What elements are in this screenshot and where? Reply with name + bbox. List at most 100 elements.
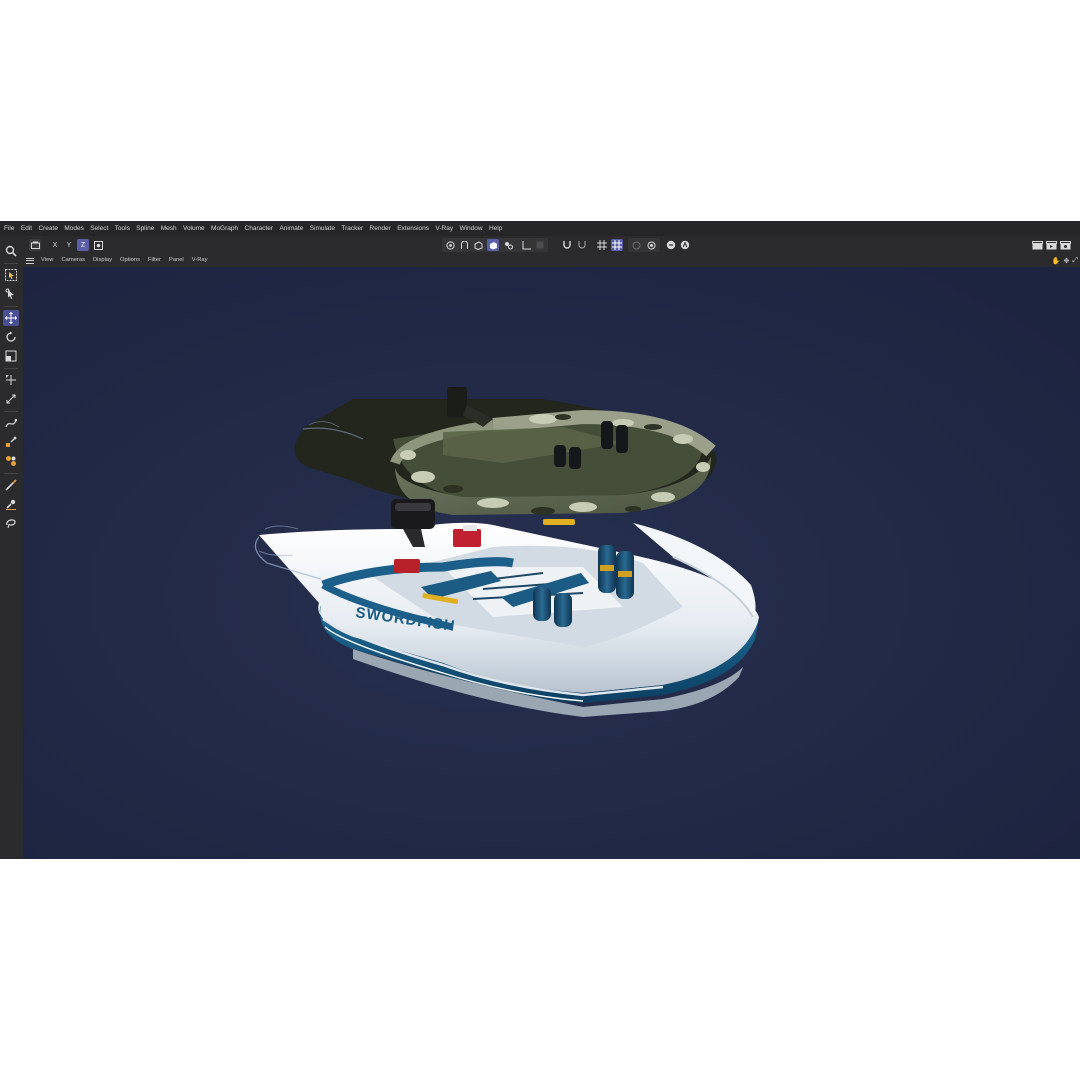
snap-tool-button[interactable] — [3, 391, 19, 407]
menu-file[interactable]: File — [0, 221, 18, 236]
transform-icon — [6, 375, 16, 385]
uv-mode-button[interactable] — [502, 239, 514, 251]
brush-tool-button[interactable] — [3, 496, 19, 512]
clapper-icon — [1031, 240, 1043, 249]
cinema4d-window: File Edit Create Modes Select Tools Spli… — [0, 221, 1080, 859]
main-toolbar: X Y Z — [22, 236, 1080, 255]
menu-vray[interactable]: V-Ray — [432, 221, 456, 236]
target-icon — [647, 241, 655, 249]
object-icon — [30, 241, 40, 249]
toolbar-divider — [4, 306, 18, 307]
ai-assist-button[interactable] — [679, 239, 691, 251]
viewport-menu-panel[interactable]: Panel — [165, 255, 188, 266]
search-icon — [5, 245, 17, 257]
menu-mesh[interactable]: Mesh — [158, 221, 180, 236]
menu-modes[interactable]: Modes — [61, 221, 87, 236]
axis-z-label: Z — [80, 241, 86, 249]
knife-tool-button[interactable] — [3, 477, 19, 493]
transform-tool-button[interactable] — [3, 372, 19, 388]
viewport-menu-vray[interactable]: V-Ray — [188, 255, 212, 266]
target-button[interactable] — [645, 239, 657, 251]
viewport-menu-options[interactable]: Options — [116, 255, 144, 266]
snap-toggle-button[interactable] — [561, 239, 573, 251]
spline-pen-button[interactable] — [3, 415, 19, 431]
menu-extensions[interactable]: Extensions — [394, 221, 432, 236]
scale-icon — [5, 350, 17, 362]
snap-icon — [6, 394, 16, 404]
menu-render[interactable]: Render — [366, 221, 394, 236]
axis-z-button[interactable]: Z — [77, 239, 89, 251]
live-select-icon — [5, 269, 17, 281]
spline-pen-icon — [5, 418, 17, 428]
rotate-tool-button[interactable] — [3, 329, 19, 345]
menu-volume[interactable]: Volume — [180, 221, 208, 236]
render-to-picture-viewer-button[interactable] — [1045, 239, 1057, 251]
menu-help[interactable]: Help — [486, 221, 506, 236]
menu-window[interactable]: Window — [456, 221, 486, 236]
model-mode-button[interactable] — [444, 239, 456, 251]
coordinate-system-button[interactable] — [92, 239, 104, 251]
viewport-menu-view[interactable]: View — [37, 255, 57, 266]
scale-tool-button[interactable] — [3, 348, 19, 364]
brush-icon — [6, 499, 16, 510]
viewport-menu-icon[interactable] — [26, 257, 34, 264]
polygons-mode-button[interactable] — [487, 239, 499, 251]
render-settings-button[interactable] — [1059, 239, 1071, 251]
menu-animate[interactable]: Animate — [276, 221, 306, 236]
viewport-nav-controls: ✋ ✥ ⤢ — [1052, 255, 1078, 266]
clapper-play-icon — [1045, 240, 1057, 249]
select-icon — [5, 288, 14, 299]
search-button[interactable] — [3, 243, 19, 259]
texture-mode-button[interactable] — [458, 239, 470, 251]
lod-icon — [632, 241, 640, 249]
workplane-button[interactable] — [596, 239, 608, 251]
toolbar-divider — [4, 473, 18, 474]
generators-button[interactable] — [3, 453, 19, 469]
toolbar-divider — [4, 411, 18, 412]
menu-bar: File Edit Create Modes Select Tools Spli… — [0, 221, 1080, 236]
axis-x-button[interactable]: X — [49, 239, 61, 251]
toolbar-divider — [4, 263, 18, 264]
paint-tool-button[interactable] — [3, 515, 19, 531]
viewport-menu-filter[interactable]: Filter — [144, 255, 165, 266]
render-active-button[interactable] — [665, 239, 677, 251]
live-selection-button[interactable] — [3, 267, 19, 283]
solo-button[interactable] — [534, 239, 546, 251]
menu-character[interactable]: Character — [241, 221, 276, 236]
spline-tools-button[interactable] — [3, 434, 19, 450]
points-mode-button[interactable] — [472, 239, 484, 251]
axis-y-label: Y — [66, 241, 72, 249]
left-toolbar — [0, 236, 22, 859]
viewport-menu-cameras[interactable]: Cameras — [57, 255, 89, 266]
move-tool-button[interactable] — [3, 310, 19, 326]
workplane-grid-icon — [612, 240, 622, 250]
menu-simulate[interactable]: Simulate — [306, 221, 338, 236]
menu-edit[interactable]: Edit — [18, 221, 36, 236]
menu-create[interactable]: Create — [35, 221, 61, 236]
locked-workplane-button[interactable] — [611, 239, 623, 251]
move-view-icon[interactable]: ✥ — [1064, 257, 1070, 265]
viewport-menu-display[interactable]: Display — [89, 255, 116, 266]
render-view-button[interactable] — [1031, 239, 1043, 251]
menu-select[interactable]: Select — [87, 221, 111, 236]
viewport-menu-bar: View Cameras Display Options Filter Pane… — [22, 255, 1080, 266]
undo-view-button[interactable] — [29, 239, 41, 251]
solo-icon — [536, 241, 544, 249]
lod-button[interactable] — [630, 239, 642, 251]
move-icon — [5, 312, 17, 324]
menu-spline[interactable]: Spline — [133, 221, 157, 236]
menu-tracker[interactable]: Tracker — [338, 221, 366, 236]
uv-icon — [504, 241, 513, 249]
zoom-view-icon[interactable]: ⤢ — [1072, 257, 1078, 265]
pan-hand-icon[interactable]: ✋ — [1052, 257, 1061, 265]
selection-tools-button[interactable] — [3, 286, 19, 302]
menu-tools[interactable]: Tools — [111, 221, 133, 236]
knife-icon — [5, 479, 17, 491]
3d-viewport[interactable]: SWORDFISH — [23, 267, 1080, 859]
sculpt-icon — [6, 436, 17, 447]
axis-mode-button[interactable] — [521, 239, 533, 251]
menu-mograph[interactable]: MoGraph — [208, 221, 241, 236]
render-icon — [666, 240, 676, 250]
snap-settings-button[interactable] — [576, 239, 588, 251]
axis-y-button[interactable]: Y — [63, 239, 75, 251]
